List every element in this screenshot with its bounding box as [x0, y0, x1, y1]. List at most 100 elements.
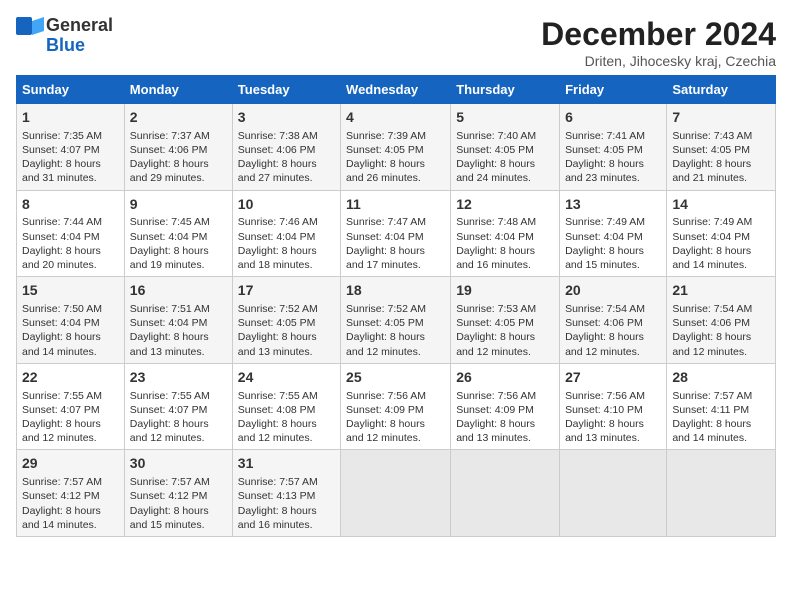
calendar-cell: 20 Sunrise: 7:54 AM Sunset: 4:06 PM Dayli… — [560, 277, 667, 364]
calendar-table: SundayMondayTuesdayWednesdayThursdayFrid… — [16, 75, 776, 537]
day-info: Sunrise: 7:55 AM Sunset: 4:07 PM Dayligh… — [22, 389, 119, 446]
day-info: Sunrise: 7:48 AM Sunset: 4:04 PM Dayligh… — [456, 215, 554, 272]
calendar-cell: 16 Sunrise: 7:51 AM Sunset: 4:04 PM Dayli… — [124, 277, 232, 364]
day-info: Sunrise: 7:38 AM Sunset: 4:06 PM Dayligh… — [238, 129, 335, 186]
calendar-cell: 9Sunrise: 7:45 AM Sunset: 4:04 PM Daylig… — [124, 190, 232, 277]
day-number: 22 — [22, 368, 119, 387]
month-title: December 2024 — [541, 16, 776, 53]
day-number: 15 — [22, 281, 119, 300]
logo-icon — [16, 17, 44, 35]
day-info: Sunrise: 7:44 AM Sunset: 4:04 PM Dayligh… — [22, 215, 119, 272]
column-header-monday: Monday — [124, 76, 232, 104]
day-info: Sunrise: 7:56 AM Sunset: 4:09 PM Dayligh… — [456, 389, 554, 446]
day-number: 25 — [346, 368, 445, 387]
day-info: Sunrise: 7:47 AM Sunset: 4:04 PM Dayligh… — [346, 215, 445, 272]
day-info: Sunrise: 7:55 AM Sunset: 4:07 PM Dayligh… — [130, 389, 227, 446]
day-number: 8 — [22, 195, 119, 214]
column-header-wednesday: Wednesday — [341, 76, 451, 104]
day-number: 12 — [456, 195, 554, 214]
day-info: Sunrise: 7:52 AM Sunset: 4:05 PM Dayligh… — [238, 302, 335, 359]
day-number: 1 — [22, 108, 119, 127]
calendar-cell: 6 Sunrise: 7:41 AM Sunset: 4:05 PM Daylig… — [560, 104, 667, 191]
day-number: 2 — [130, 108, 227, 127]
calendar-body: 1 Sunrise: 7:35 AM Sunset: 4:07 PM Daylig… — [17, 104, 776, 537]
calendar-week-row: 15 Sunrise: 7:50 AM Sunset: 4:04 PM Dayli… — [17, 277, 776, 364]
day-number: 3 — [238, 108, 335, 127]
day-info: Sunrise: 7:37 AM Sunset: 4:06 PM Dayligh… — [130, 129, 227, 186]
day-number: 26 — [456, 368, 554, 387]
day-info: Sunrise: 7:39 AM Sunset: 4:05 PM Dayligh… — [346, 129, 445, 186]
calendar-cell — [560, 450, 667, 537]
day-info: Sunrise: 7:40 AM Sunset: 4:05 PM Dayligh… — [456, 129, 554, 186]
day-number: 23 — [130, 368, 227, 387]
calendar-cell: 7 Sunrise: 7:43 AM Sunset: 4:05 PM Daylig… — [667, 104, 776, 191]
day-number: 24 — [238, 368, 335, 387]
calendar-week-row: 29 Sunrise: 7:57 AM Sunset: 4:12 PM Dayli… — [17, 450, 776, 537]
calendar-cell: 12Sunrise: 7:48 AM Sunset: 4:04 PM Dayli… — [451, 190, 560, 277]
day-number: 10 — [238, 195, 335, 214]
calendar-cell: 13Sunrise: 7:49 AM Sunset: 4:04 PM Dayli… — [560, 190, 667, 277]
day-number: 4 — [346, 108, 445, 127]
day-number: 29 — [22, 454, 119, 473]
day-number: 31 — [238, 454, 335, 473]
calendar-cell: 27Sunrise: 7:56 AM Sunset: 4:10 PM Dayli… — [560, 363, 667, 450]
day-info: Sunrise: 7:56 AM Sunset: 4:10 PM Dayligh… — [565, 389, 661, 446]
column-header-thursday: Thursday — [451, 76, 560, 104]
day-info: Sunrise: 7:46 AM Sunset: 4:04 PM Dayligh… — [238, 215, 335, 272]
day-number: 14 — [672, 195, 770, 214]
day-number: 5 — [456, 108, 554, 127]
calendar-week-row: 22 Sunrise: 7:55 AM Sunset: 4:07 PM Dayli… — [17, 363, 776, 450]
day-info: Sunrise: 7:54 AM Sunset: 4:06 PM Dayligh… — [565, 302, 661, 359]
calendar-cell: 30 Sunrise: 7:57 AM Sunset: 4:12 PM Dayli… — [124, 450, 232, 537]
day-info: Sunrise: 7:50 AM Sunset: 4:04 PM Dayligh… — [22, 302, 119, 359]
calendar-cell: 18Sunrise: 7:52 AM Sunset: 4:05 PM Dayli… — [341, 277, 451, 364]
day-info: Sunrise: 7:54 AM Sunset: 4:06 PM Dayligh… — [672, 302, 770, 359]
day-info: Sunrise: 7:57 AM Sunset: 4:12 PM Dayligh… — [130, 475, 227, 532]
day-number: 16 — [130, 281, 227, 300]
day-info: Sunrise: 7:41 AM Sunset: 4:05 PM Dayligh… — [565, 129, 661, 186]
calendar-cell — [451, 450, 560, 537]
logo-blue-text: Blue — [46, 36, 85, 56]
day-number: 17 — [238, 281, 335, 300]
calendar-cell: 26 Sunrise: 7:56 AM Sunset: 4:09 PM Dayli… — [451, 363, 560, 450]
calendar-cell: 25Sunrise: 7:56 AM Sunset: 4:09 PM Dayli… — [341, 363, 451, 450]
calendar-cell: 17 Sunrise: 7:52 AM Sunset: 4:05 PM Dayli… — [232, 277, 340, 364]
day-number: 6 — [565, 108, 661, 127]
day-info: Sunrise: 7:45 AM Sunset: 4:04 PM Dayligh… — [130, 215, 227, 272]
day-info: Sunrise: 7:35 AM Sunset: 4:07 PM Dayligh… — [22, 129, 119, 186]
calendar-cell: 5 Sunrise: 7:40 AM Sunset: 4:05 PM Daylig… — [451, 104, 560, 191]
day-info: Sunrise: 7:53 AM Sunset: 4:05 PM Dayligh… — [456, 302, 554, 359]
calendar-cell — [341, 450, 451, 537]
calendar-cell: 22 Sunrise: 7:55 AM Sunset: 4:07 PM Dayli… — [17, 363, 125, 450]
day-info: Sunrise: 7:57 AM Sunset: 4:12 PM Dayligh… — [22, 475, 119, 532]
day-number: 30 — [130, 454, 227, 473]
calendar-cell: 21Sunrise: 7:54 AM Sunset: 4:06 PM Dayli… — [667, 277, 776, 364]
day-number: 20 — [565, 281, 661, 300]
calendar-cell: 31 Sunrise: 7:57 AM Sunset: 4:13 PM Dayli… — [232, 450, 340, 537]
column-header-tuesday: Tuesday — [232, 76, 340, 104]
column-header-friday: Friday — [560, 76, 667, 104]
calendar-cell: 15 Sunrise: 7:50 AM Sunset: 4:04 PM Dayli… — [17, 277, 125, 364]
calendar-cell: 14Sunrise: 7:49 AM Sunset: 4:04 PM Dayli… — [667, 190, 776, 277]
calendar-cell: 24Sunrise: 7:55 AM Sunset: 4:08 PM Dayli… — [232, 363, 340, 450]
day-info: Sunrise: 7:49 AM Sunset: 4:04 PM Dayligh… — [672, 215, 770, 272]
location-subtitle: Driten, Jihocesky kraj, Czechia — [541, 53, 776, 69]
day-info: Sunrise: 7:51 AM Sunset: 4:04 PM Dayligh… — [130, 302, 227, 359]
day-info: Sunrise: 7:57 AM Sunset: 4:13 PM Dayligh… — [238, 475, 335, 532]
calendar-week-row: 1 Sunrise: 7:35 AM Sunset: 4:07 PM Daylig… — [17, 104, 776, 191]
day-number: 7 — [672, 108, 770, 127]
column-header-saturday: Saturday — [667, 76, 776, 104]
day-number: 28 — [672, 368, 770, 387]
calendar-cell: 10Sunrise: 7:46 AM Sunset: 4:04 PM Dayli… — [232, 190, 340, 277]
calendar-cell: 2 Sunrise: 7:37 AM Sunset: 4:06 PM Daylig… — [124, 104, 232, 191]
day-info: Sunrise: 7:43 AM Sunset: 4:05 PM Dayligh… — [672, 129, 770, 186]
header: General Blue December 2024 Driten, Jihoc… — [16, 16, 776, 69]
calendar-cell: 3 Sunrise: 7:38 AM Sunset: 4:06 PM Daylig… — [232, 104, 340, 191]
calendar-cell: 19Sunrise: 7:53 AM Sunset: 4:05 PM Dayli… — [451, 277, 560, 364]
calendar-cell: 4 Sunrise: 7:39 AM Sunset: 4:05 PM Daylig… — [341, 104, 451, 191]
day-number: 9 — [130, 195, 227, 214]
calendar-cell: 1 Sunrise: 7:35 AM Sunset: 4:07 PM Daylig… — [17, 104, 125, 191]
calendar-cell: 11Sunrise: 7:47 AM Sunset: 4:04 PM Dayli… — [341, 190, 451, 277]
day-info: Sunrise: 7:49 AM Sunset: 4:04 PM Dayligh… — [565, 215, 661, 272]
calendar-cell: 29 Sunrise: 7:57 AM Sunset: 4:12 PM Dayli… — [17, 450, 125, 537]
